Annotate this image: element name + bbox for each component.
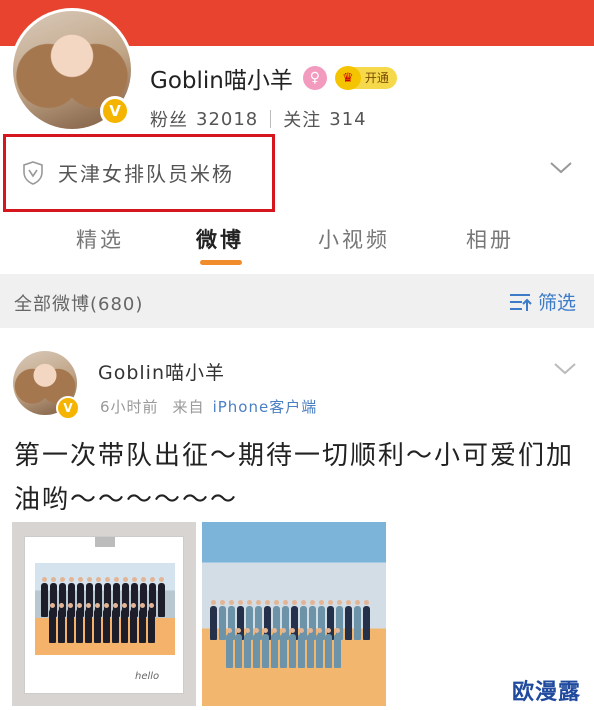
- polaroid-frame: hello: [24, 536, 184, 694]
- player-figure: [307, 628, 314, 668]
- certification-row: 天津女排队员米杨: [22, 158, 234, 187]
- following-count[interactable]: 314: [329, 109, 366, 130]
- team-front-row-2: [226, 628, 341, 668]
- player-figure: [219, 600, 226, 640]
- following-label[interactable]: 关注: [283, 106, 321, 132]
- player-figure: [158, 577, 165, 617]
- player-figure: [67, 603, 74, 643]
- post-verified-badge-icon: V: [56, 396, 80, 420]
- player-figure: [363, 600, 370, 640]
- post-photo-2[interactable]: [202, 522, 386, 706]
- player-figure: [210, 600, 217, 640]
- player-figure: [325, 628, 332, 668]
- player-figure: [49, 603, 56, 643]
- player-figure: [345, 600, 352, 640]
- player-figure: [130, 603, 137, 643]
- player-figure: [253, 628, 260, 668]
- vip-badge[interactable]: ♛ 开通: [334, 66, 397, 90]
- filter-button[interactable]: 筛选: [508, 288, 576, 315]
- player-figure: [76, 603, 83, 643]
- player-figure: [262, 628, 269, 668]
- tab-short-video[interactable]: 小视频: [318, 224, 390, 254]
- shield-v-icon: [23, 160, 43, 185]
- post-meta: 6小时前 来自 iPhone客户端: [100, 396, 317, 417]
- post-photo-1[interactable]: hello: [12, 522, 196, 706]
- filter-label: 筛选: [538, 292, 577, 314]
- active-tab-indicator: [200, 260, 242, 265]
- post-client-link[interactable]: iPhone客户端: [213, 396, 318, 417]
- profile-stats: 粉丝 32018 关注 314: [150, 106, 367, 132]
- tab-weibo[interactable]: 微博: [196, 224, 244, 254]
- site-watermark: 欧漫露: [512, 680, 582, 705]
- player-figure: [121, 603, 128, 643]
- player-figure: [112, 603, 119, 643]
- player-figure: [354, 600, 361, 640]
- profile-username: Goblin喵小羊: [150, 68, 293, 94]
- post-author-name[interactable]: Goblin喵小羊: [98, 358, 225, 385]
- crown-icon: ♛: [334, 66, 361, 90]
- player-figure: [226, 628, 233, 668]
- post-text: 第一次带队出征～期待一切顺利～小可爱们加油哟～～～～～～: [14, 441, 575, 515]
- frame-clip: [95, 537, 115, 547]
- profile-name-row: Goblin喵小羊 ♀ ♛ 开通: [150, 62, 397, 94]
- player-figure: [58, 603, 65, 643]
- player-figure: [148, 603, 155, 643]
- stats-divider: [270, 110, 272, 128]
- tab-featured[interactable]: 精选: [76, 224, 124, 254]
- post-time: 6小时前: [100, 398, 159, 416]
- player-figure: [244, 628, 251, 668]
- player-figure: [298, 628, 305, 668]
- player-figure: [334, 628, 341, 668]
- player-figure: [103, 603, 110, 643]
- player-figure: [235, 628, 242, 668]
- player-figure: [280, 628, 287, 668]
- player-figure: [289, 628, 296, 668]
- feed-filter-bar: 全部微博(680) 筛选: [0, 274, 594, 328]
- certification-text: 天津女排队员米杨: [58, 162, 234, 186]
- filter-icon: [510, 293, 532, 311]
- verified-badge-icon: V: [100, 96, 130, 126]
- player-figure: [85, 603, 92, 643]
- profile-tabs: 精选 微博 小视频 相册: [0, 218, 594, 270]
- player-figure: [139, 603, 146, 643]
- female-icon: ♀: [302, 66, 327, 90]
- followers-count[interactable]: 32018: [196, 109, 258, 130]
- team-photo-scene: [35, 563, 175, 655]
- team-front-row: [49, 603, 155, 643]
- player-figure: [94, 603, 101, 643]
- player-figure: [271, 628, 278, 668]
- player-figure: [316, 628, 323, 668]
- tab-album[interactable]: 相册: [466, 224, 514, 254]
- player-figure: [41, 577, 48, 617]
- post-menu-chevron-icon[interactable]: [552, 360, 578, 378]
- feed-title: 全部微博(680): [14, 294, 144, 315]
- chevron-down-icon[interactable]: [548, 158, 574, 178]
- photo-signature: hello: [135, 671, 160, 682]
- post-from-label: 来自: [172, 398, 205, 416]
- followers-label[interactable]: 粉丝: [150, 106, 188, 132]
